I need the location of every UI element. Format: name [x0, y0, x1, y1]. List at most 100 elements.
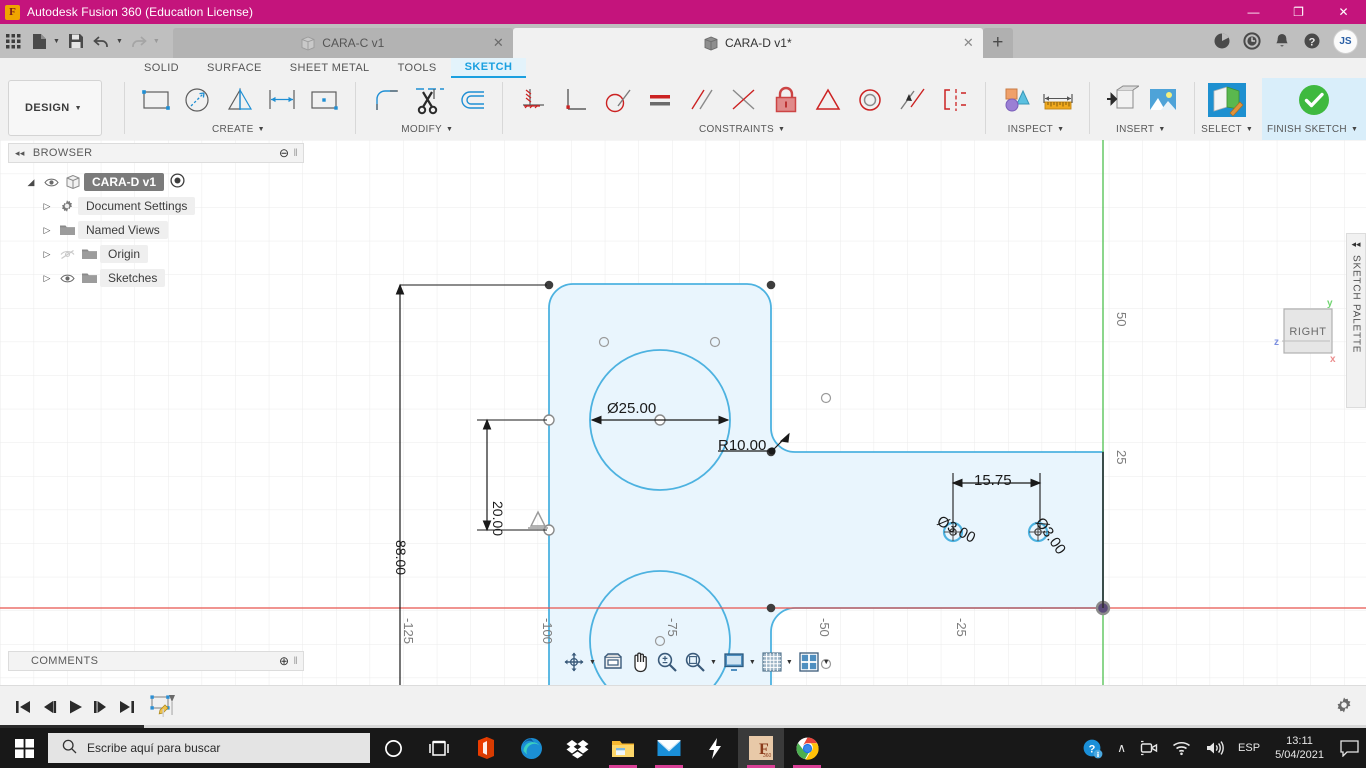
timeline-settings-icon[interactable] — [1334, 695, 1354, 720]
display-settings-caret-icon[interactable]: ▼ — [749, 659, 756, 666]
circle-icon[interactable] — [177, 79, 219, 121]
browser-item-named-views[interactable]: ▷ Named Views — [8, 218, 304, 242]
symmetry-icon[interactable] — [933, 79, 975, 121]
chevron-down-icon[interactable]: ▼ — [1246, 126, 1253, 133]
ribbon-tab-tools[interactable]: TOOLS — [384, 58, 451, 78]
chevron-down-icon[interactable]: ▼ — [1057, 126, 1064, 133]
inspect-section-icon[interactable] — [995, 79, 1037, 121]
document-tab-cara-d[interactable]: CARA-D v1* ✕ — [513, 28, 983, 58]
ribbon-tab-sketch[interactable]: SKETCH — [451, 58, 527, 78]
timeline-feature-sketch[interactable] — [146, 686, 180, 729]
tangent-icon[interactable] — [597, 79, 639, 121]
equal-icon[interactable] — [639, 79, 681, 121]
camera-tray-icon[interactable] — [1133, 728, 1165, 768]
activate-component-icon[interactable] — [170, 173, 185, 191]
offset-icon[interactable] — [450, 79, 492, 121]
new-tab-button[interactable]: + — [983, 28, 1013, 58]
help-icon[interactable]: ? — [1297, 26, 1327, 56]
job-status-icon[interactable] — [1237, 26, 1267, 56]
pan-hand-icon[interactable] — [627, 650, 653, 674]
edge-icon[interactable] — [508, 728, 554, 768]
rectangular-pattern-icon[interactable] — [303, 79, 345, 121]
sketch-palette-tab[interactable]: ◂◂ SKETCH PALETTE — [1346, 233, 1366, 408]
cortana-icon[interactable] — [370, 728, 416, 768]
panel-grip-icon[interactable]: ‖ — [293, 656, 298, 667]
minimize-panel-icon[interactable]: ⊖ — [279, 146, 289, 160]
chrome-icon[interactable] — [784, 728, 830, 768]
new-document-caret-icon[interactable]: ▼ — [53, 38, 60, 45]
dropbox-icon[interactable] — [554, 728, 600, 768]
tray-chevron-icon[interactable]: ∧ — [1110, 728, 1133, 768]
wifi-icon[interactable] — [1165, 728, 1198, 768]
action-center-icon[interactable] — [1332, 728, 1366, 768]
add-comment-icon[interactable]: ⊕ — [279, 654, 289, 668]
chevron-down-icon[interactable]: ▼ — [446, 126, 453, 133]
task-view-icon[interactable] — [416, 728, 462, 768]
coincident-icon[interactable] — [807, 79, 849, 121]
zoom-window-caret-icon[interactable]: ▼ — [710, 659, 717, 666]
save-icon[interactable] — [63, 28, 89, 54]
chevron-down-icon[interactable]: ▼ — [1158, 126, 1165, 133]
panel-grip-icon[interactable]: ‖ — [293, 148, 298, 159]
undo-caret-icon[interactable]: ▼ — [116, 38, 123, 45]
collapse-left-icon[interactable]: ◂◂ — [15, 148, 25, 159]
fillet-icon[interactable] — [366, 79, 408, 121]
viewports-icon[interactable] — [796, 650, 822, 674]
ribbon-group-finish-sketch[interactable]: FINISH SKETCH ▼ — [1262, 78, 1366, 140]
taskbar-search-box[interactable]: Escribe aquí para buscar — [48, 733, 370, 763]
concentric-icon[interactable] — [849, 79, 891, 121]
chevron-down-icon[interactable]: ▼ — [778, 126, 785, 133]
close-window-button[interactable]: ✕ — [1321, 0, 1366, 24]
apps-grid-icon[interactable] — [0, 28, 26, 54]
visibility-eye-icon[interactable] — [56, 273, 78, 284]
visibility-eye-off-icon[interactable] — [56, 249, 78, 260]
expand-arrow-icon[interactable]: ▷ — [38, 201, 56, 212]
expand-arrow-icon[interactable]: ▷ — [38, 249, 56, 260]
step-back-icon[interactable] — [36, 686, 62, 729]
close-tab-icon[interactable]: ✕ — [493, 35, 504, 51]
maximize-button[interactable]: ❐ — [1276, 0, 1321, 24]
orbit-icon[interactable] — [560, 650, 588, 674]
trim-scissors-icon[interactable] — [408, 79, 450, 121]
select-filter-icon[interactable] — [1205, 79, 1249, 121]
measure-ruler-icon[interactable] — [1037, 79, 1079, 121]
mail-icon[interactable] — [646, 728, 692, 768]
grid-snaps-icon[interactable] — [759, 650, 785, 674]
step-forward-icon[interactable] — [88, 686, 114, 729]
look-at-icon[interactable] — [599, 650, 627, 674]
fix-lock-icon[interactable] — [765, 79, 807, 121]
design-workspace-button[interactable]: DESIGN ▼ — [8, 80, 102, 136]
ribbon-tab-sheet-metal[interactable]: SHEET METAL — [276, 58, 384, 78]
midpoint-icon[interactable] — [723, 79, 765, 121]
horizontal-vertical-icon[interactable] — [513, 79, 555, 121]
zoom-window-icon[interactable] — [681, 650, 709, 674]
visibility-eye-icon[interactable] — [40, 177, 62, 188]
mirror-triangle-icon[interactable] — [219, 79, 261, 121]
undo-icon[interactable] — [89, 28, 115, 54]
snipping-icon[interactable] — [692, 728, 738, 768]
browser-item-document-settings[interactable]: ▷ Document Settings — [8, 194, 304, 218]
notifications-icon[interactable] — [1267, 26, 1297, 56]
insert-derive-icon[interactable] — [1100, 79, 1142, 121]
office-icon[interactable] — [462, 728, 508, 768]
expand-arrow-icon[interactable]: ▷ — [38, 225, 56, 236]
chevron-down-icon[interactable]: ▼ — [258, 126, 265, 133]
fusion360-icon[interactable]: F360 — [738, 728, 784, 768]
view-cube[interactable]: RIGHT y z x — [1268, 297, 1346, 367]
windows-start-icon[interactable] — [0, 728, 48, 768]
new-document-icon[interactable] — [26, 28, 52, 54]
parallel-icon[interactable] — [681, 79, 723, 121]
help-tray-icon[interactable]: ? — [1075, 728, 1110, 768]
play-icon[interactable] — [62, 686, 88, 729]
chevron-down-icon[interactable]: ▼ — [1351, 126, 1358, 133]
volume-icon[interactable] — [1198, 728, 1231, 768]
orbit-caret-icon[interactable]: ▼ — [589, 659, 596, 666]
browser-item-origin[interactable]: ▷ Origin — [8, 242, 304, 266]
viewports-caret-icon[interactable]: ▼ — [823, 659, 830, 666]
redo-icon[interactable] — [126, 28, 152, 54]
undo-group[interactable]: ▼ — [89, 28, 126, 54]
close-tab-icon[interactable]: ✕ — [963, 35, 974, 51]
perpendicular-icon[interactable] — [555, 79, 597, 121]
minimize-button[interactable]: — — [1231, 0, 1276, 24]
clock[interactable]: 13:11 5/04/2021 — [1267, 734, 1332, 762]
